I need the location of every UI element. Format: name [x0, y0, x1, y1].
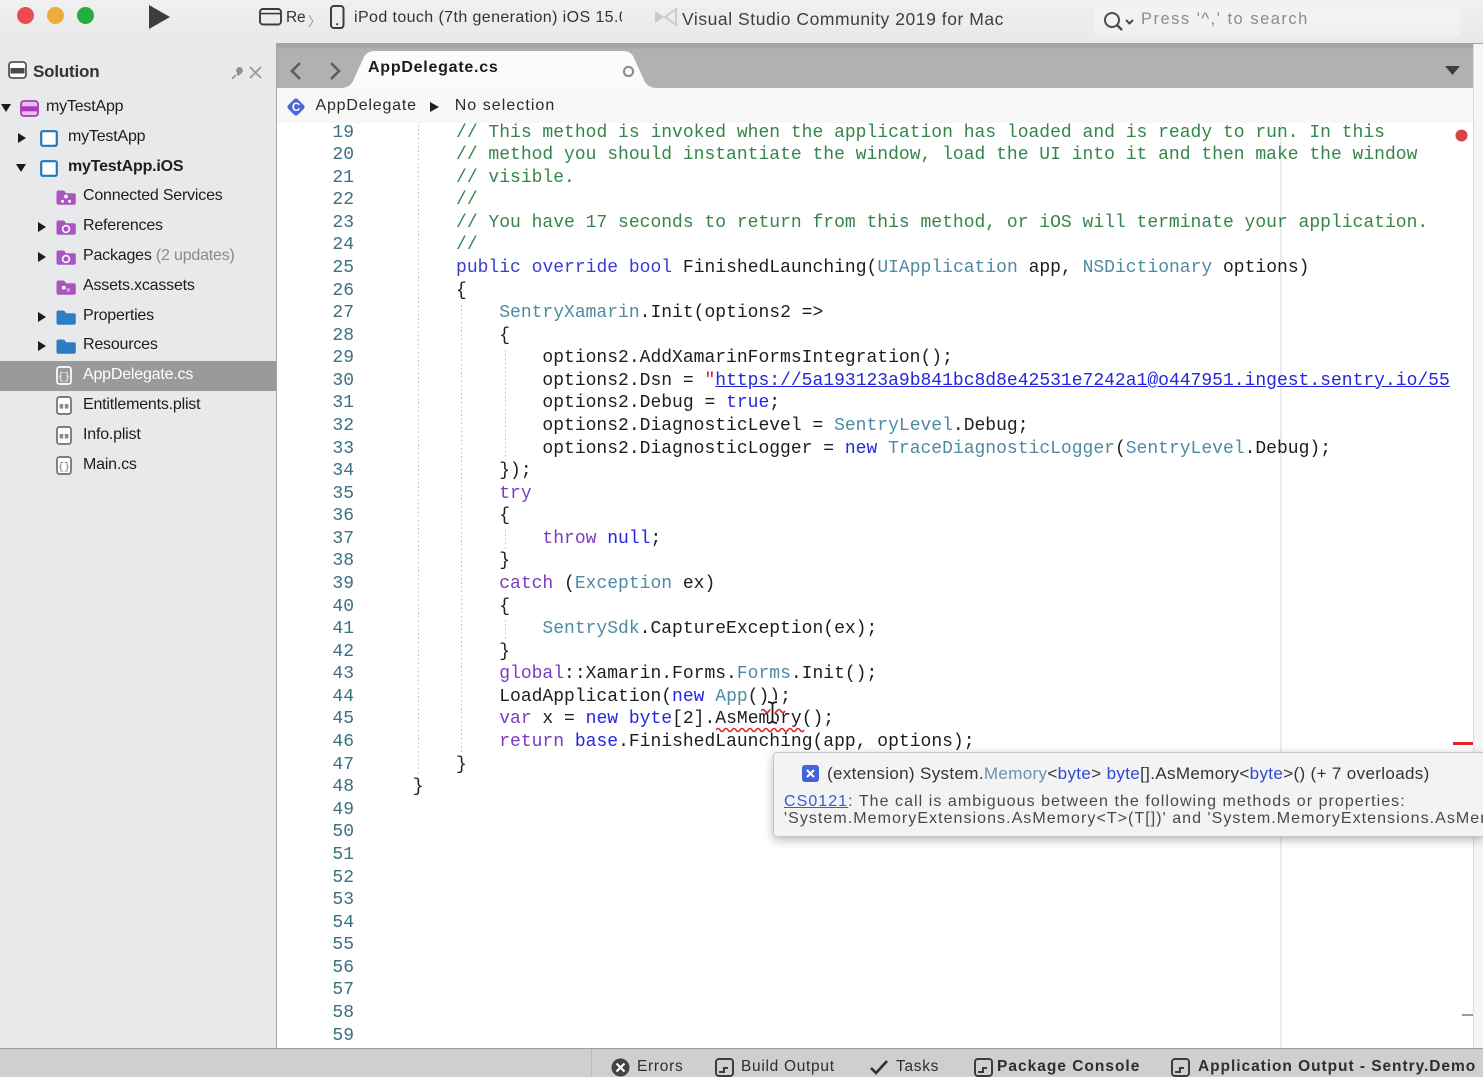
svg-text:C: C — [292, 102, 300, 114]
svg-text:{}: {} — [58, 461, 70, 473]
svg-text:{}: {} — [58, 372, 70, 384]
